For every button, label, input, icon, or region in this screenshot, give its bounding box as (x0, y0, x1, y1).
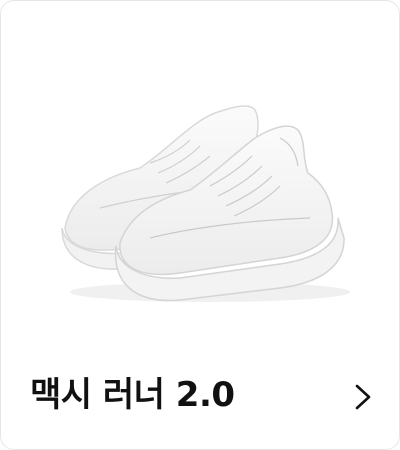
chevron-right-icon[interactable] (348, 382, 378, 412)
product-name: 맥시 러너 2.0 (30, 375, 235, 415)
white-running-shoes-image (61, 105, 350, 302)
product-card[interactable]: 맥시 러너 2.0 (0, 0, 400, 450)
